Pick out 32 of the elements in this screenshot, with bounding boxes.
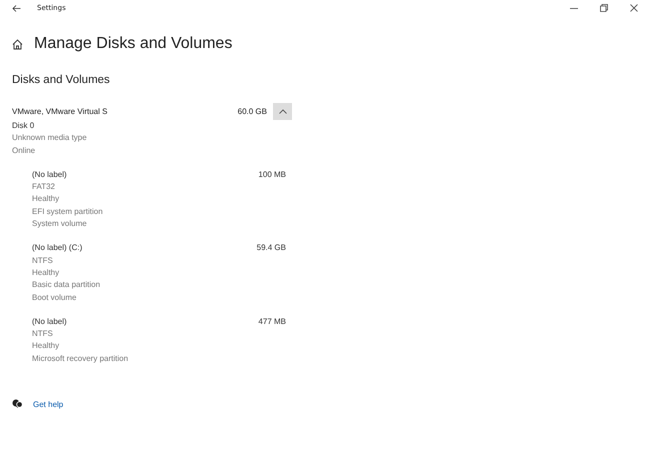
back-arrow-icon[interactable]	[12, 4, 21, 12]
disk-detail: Online	[12, 144, 36, 157]
disk-detail: Unknown media type	[12, 132, 88, 144]
close-icon[interactable]	[630, 4, 638, 12]
volume-detail: EFI system partition	[32, 206, 104, 218]
volume-detail: Boot volume	[32, 292, 78, 304]
volume-size: 100 MB	[258, 168, 286, 181]
section-title: Disks and Volumes	[12, 74, 111, 86]
disk-size: 60.0 GB	[238, 106, 267, 116]
volume-detail: Microsoft recovery partition	[32, 352, 130, 365]
volume-detail: Healthy	[32, 266, 60, 279]
restore-icon[interactable]	[600, 4, 608, 12]
chevron-up-icon	[278, 108, 286, 114]
get-help-link[interactable]: Get help	[33, 400, 64, 409]
page-title: Manage Disks and Volumes	[34, 35, 232, 53]
volume-detail: NTFS	[32, 328, 54, 340]
volume-size: 477 MB	[258, 316, 286, 328]
volume-detail: Basic data partition	[32, 279, 102, 292]
volume-label: (No label) (C:)	[32, 242, 82, 254]
volume-size: 59.4 GB	[256, 242, 286, 254]
volume-detail: System volume	[32, 218, 88, 230]
volume-label: (No label)	[32, 316, 67, 328]
disk-name: VMware, VMware Virtual S	[12, 106, 108, 116]
disk-detail: Disk 0	[12, 120, 36, 132]
volume-detail: FAT32	[32, 181, 56, 194]
volume-label: (No label)	[32, 168, 67, 181]
expand-button[interactable]	[273, 102, 292, 120]
volume-detail: Healthy	[32, 193, 60, 206]
help-icon[interactable]	[12, 399, 23, 410]
volume-detail: Healthy	[32, 340, 60, 352]
volume-detail: NTFS	[32, 254, 54, 267]
home-icon[interactable]	[12, 38, 23, 50]
